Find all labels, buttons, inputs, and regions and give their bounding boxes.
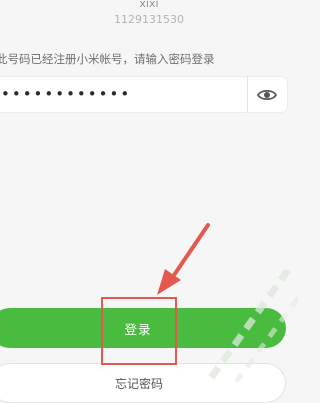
annotation-arrow-icon: [157, 223, 210, 295]
password-field-divider: [247, 76, 248, 113]
eye-icon: [257, 89, 277, 101]
login-hint: 此号码已经注册小米帐号，请输入密码登录: [0, 52, 215, 66]
forgot-password-label: 忘记密码: [114, 377, 163, 391]
show-password-button[interactable]: [252, 82, 282, 108]
annotation-highlight-box: [101, 297, 177, 365]
account-id: 1129131530: [114, 13, 184, 26]
password-input-value[interactable]: ••••••••••••: [0, 76, 247, 113]
account-username: xixi: [139, 0, 159, 10]
